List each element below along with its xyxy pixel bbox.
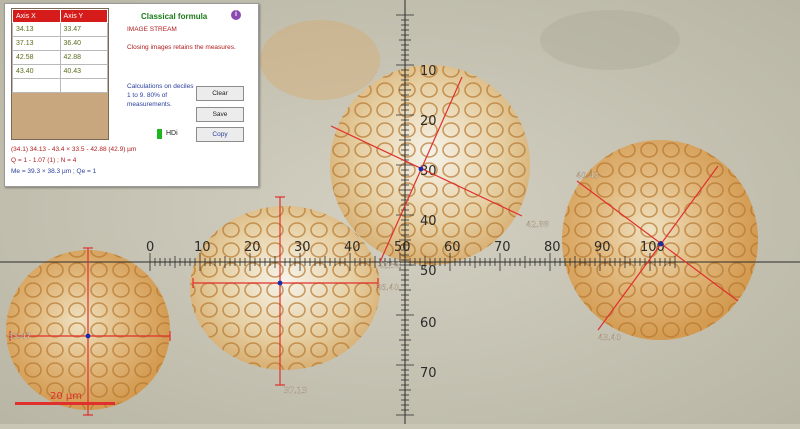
table-cell: 37.13 bbox=[12, 36, 61, 51]
ruler-v-label: 60 bbox=[420, 316, 437, 331]
stat-mean: Me = 39.3 × 38.3 µm ; Qe = 1 bbox=[11, 168, 97, 175]
stat-quotient: Q = 1 - 1.07 (1) ; N = 4 bbox=[11, 157, 77, 164]
grain-3-center-point bbox=[418, 166, 424, 172]
info-icon[interactable]: i bbox=[231, 10, 241, 20]
measure-label: 36.40 bbox=[376, 283, 399, 292]
measure-label: 40.43 bbox=[576, 171, 599, 180]
ruler-v-label: 70 bbox=[420, 366, 437, 381]
pollen-grain-2 bbox=[190, 206, 380, 370]
stat-range: (34.1) 34.13 - 43.4 × 33.5 - 42.88 (42.9… bbox=[11, 146, 137, 153]
grain-1-center-point bbox=[85, 333, 91, 339]
hdi-label: HDi bbox=[166, 130, 178, 137]
hdi-toggle[interactable] bbox=[157, 129, 162, 139]
calculation-note: Calculations on deciles 1 to 9. 80% of m… bbox=[127, 83, 194, 108]
table-cell: 40.43 bbox=[59, 64, 108, 79]
ruler-h-label: 10 bbox=[194, 240, 211, 255]
copy-button[interactable]: Copy bbox=[196, 127, 244, 142]
ruler-h-label: 0 bbox=[146, 240, 154, 255]
measurement-panel: Axis X Axis Y 34.13 33.47 37.13 36.40 42… bbox=[4, 3, 259, 187]
ruler-v-label: 20 bbox=[420, 114, 437, 129]
grain-2-center-point bbox=[277, 280, 283, 286]
measure-label: 42.88 bbox=[526, 220, 549, 229]
table-row: 37.13 36.40 bbox=[12, 36, 108, 51]
ruler-h-label: 50 bbox=[394, 240, 411, 255]
table-row bbox=[12, 78, 108, 93]
table-row: 34.13 33.47 bbox=[12, 22, 108, 37]
table-row: 43.40 40.43 bbox=[12, 64, 108, 79]
scale-bar-line bbox=[15, 402, 115, 405]
ruler-h-label: 90 bbox=[594, 240, 611, 255]
ruler-v-label: 10 bbox=[420, 64, 437, 79]
table-cell bbox=[59, 78, 108, 93]
table-cell: 34.13 bbox=[12, 22, 61, 37]
table-header-axis-y: Axis Y bbox=[59, 9, 108, 23]
table-cell: 42.58 bbox=[12, 50, 61, 65]
ruler-h-label: 70 bbox=[494, 240, 511, 255]
table-cell: 33.47 bbox=[59, 22, 108, 37]
table-cell: 42.88 bbox=[59, 50, 108, 65]
ruler-v-label: 50 bbox=[420, 264, 437, 279]
measure-label: 33.47 bbox=[8, 332, 31, 341]
panel-title: Classical formula bbox=[141, 12, 208, 21]
ruler-v-label: 40 bbox=[420, 214, 437, 229]
table-row: 42.58 42.88 bbox=[12, 50, 108, 65]
image-stream-label: IMAGE STREAM bbox=[127, 26, 177, 33]
ruler-h-label: 60 bbox=[444, 240, 461, 255]
measurement-table: Axis X Axis Y 34.13 33.47 37.13 36.40 42… bbox=[11, 8, 109, 140]
grain-4-center-point bbox=[658, 241, 664, 247]
measure-label: 43.40 bbox=[598, 333, 621, 342]
table-cell: 36.40 bbox=[59, 36, 108, 51]
ruler-h-label: 30 bbox=[294, 240, 311, 255]
save-button[interactable]: Save bbox=[196, 107, 244, 122]
ruler-h-label: 20 bbox=[244, 240, 261, 255]
table-cell bbox=[12, 78, 61, 93]
table-header-axis-x: Axis X bbox=[12, 9, 61, 23]
scale-bar-label: 20 µm bbox=[50, 391, 82, 402]
measure-label: 42.58 bbox=[378, 261, 401, 270]
table-cell: 43.40 bbox=[12, 64, 61, 79]
measure-label: 37.13 bbox=[284, 386, 307, 395]
clear-button[interactable]: Clear bbox=[196, 86, 244, 101]
ruler-h-label: 40 bbox=[344, 240, 361, 255]
ruler-h-label: 80 bbox=[544, 240, 561, 255]
closing-note: Closing images retains the measures. bbox=[127, 44, 236, 51]
